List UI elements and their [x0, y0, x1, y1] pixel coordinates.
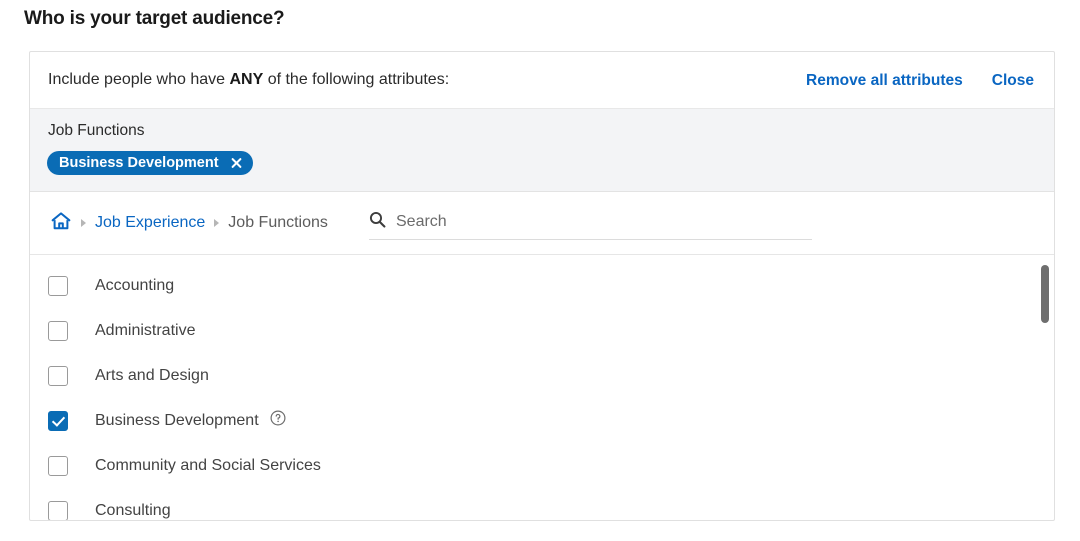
- list-item-label: Accounting: [95, 276, 175, 294]
- card-header: Include people who have ANY of the follo…: [30, 52, 1054, 109]
- search-icon: [369, 211, 386, 233]
- scrollbar-thumb[interactable]: [1041, 265, 1049, 323]
- list-item[interactable]: Arts and Design: [30, 353, 1054, 398]
- search-input[interactable]: [396, 212, 786, 231]
- question-circle-icon[interactable]: [270, 410, 286, 431]
- navigation-row: Job Experience Job Functions: [30, 192, 1054, 255]
- checkbox-business-development[interactable]: [48, 410, 68, 431]
- checkbox-consulting[interactable]: [48, 500, 68, 520]
- checkbox-administrative[interactable]: [48, 320, 68, 341]
- header-actions: Remove all attributes Close: [806, 72, 1034, 90]
- chevron-right-icon: [214, 219, 220, 227]
- selected-attributes-band: Job Functions Business Development: [30, 109, 1054, 192]
- checkbox-community-and-social-services[interactable]: [48, 455, 68, 476]
- list-item-label: Administrative: [95, 321, 196, 339]
- list-item[interactable]: Accounting: [30, 263, 1054, 308]
- chip-label: Business Development: [59, 154, 219, 171]
- home-icon[interactable]: [50, 211, 72, 236]
- remove-all-attributes-button[interactable]: Remove all attributes: [806, 72, 963, 90]
- chevron-right-icon: [81, 219, 86, 227]
- close-icon[interactable]: [230, 157, 242, 169]
- attribute-list-scroll: Accounting Administrative Arts and Desig…: [30, 255, 1054, 520]
- close-button[interactable]: Close: [992, 72, 1034, 90]
- selected-group-label: Job Functions: [48, 122, 145, 139]
- attribute-list: Accounting Administrative Arts and Desig…: [30, 255, 1054, 520]
- list-item-label: Arts and Design: [95, 366, 209, 384]
- selected-chip-business-development[interactable]: Business Development: [47, 151, 253, 175]
- search-field[interactable]: [369, 204, 812, 240]
- page-title: Who is your target audience?: [24, 8, 285, 29]
- list-item-label: Business Development: [95, 411, 259, 429]
- include-suffix: of the following attributes:: [263, 71, 450, 88]
- breadcrumb: Job Experience Job Functions: [50, 192, 328, 254]
- checkbox-accounting[interactable]: [48, 275, 68, 296]
- include-any-emphasis: ANY: [229, 71, 264, 88]
- list-item-label: Consulting: [95, 501, 171, 519]
- list-item-label: Community and Social Services: [95, 456, 321, 474]
- include-prefix: Include people who have: [48, 71, 230, 88]
- attribute-picker-card: Include people who have ANY of the follo…: [29, 51, 1055, 521]
- list-item[interactable]: Business Development: [30, 398, 1054, 443]
- breadcrumb-item-job-functions: Job Functions: [228, 214, 328, 231]
- list-item[interactable]: Community and Social Services: [30, 443, 1054, 488]
- include-instruction: Include people who have ANY of the follo…: [48, 71, 449, 89]
- list-item[interactable]: Consulting: [30, 488, 1054, 520]
- checkbox-arts-and-design[interactable]: [48, 365, 68, 386]
- breadcrumb-item-job-experience[interactable]: Job Experience: [95, 214, 205, 232]
- list-item[interactable]: Administrative: [30, 308, 1054, 353]
- vertical-scrollbar[interactable]: [1041, 259, 1049, 516]
